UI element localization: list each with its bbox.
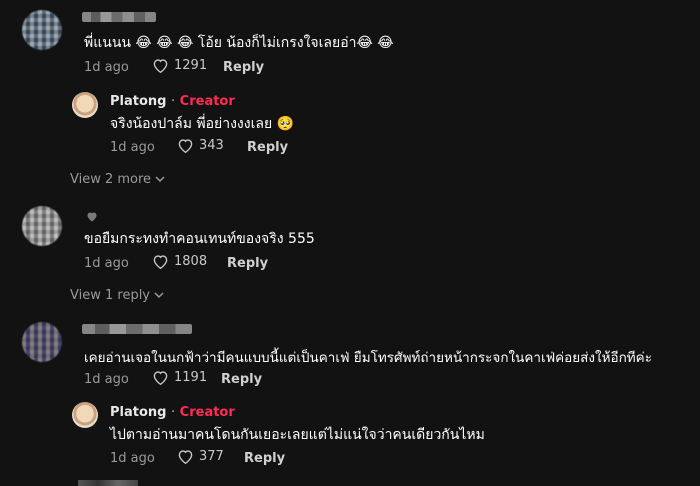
like-count: 1291 <box>174 58 208 73</box>
like-button[interactable]: 343 <box>177 138 224 153</box>
like-count: 377 <box>199 449 224 464</box>
reply-button[interactable]: Reply <box>227 256 268 271</box>
heart-outline-icon <box>177 449 194 464</box>
reply-author[interactable]: Platong · Creator <box>110 94 235 109</box>
reply-text: จริงน้องปาล์ม พี่อย่างงงเลย 🥺 <box>110 116 295 132</box>
comment-text: ขอยืมกระทงทำคอนเทนท์ของจริง 555 <box>84 231 315 247</box>
reply-button[interactable]: Reply <box>244 451 285 466</box>
next-comment-partial <box>78 480 138 486</box>
heart-outline-icon <box>152 254 169 269</box>
comment-item: พี่แนนน 😂 😂 😂 โอ้ย น้องก็ไม่เกรงใจเลยอ่า… <box>0 0 700 187</box>
like-count: 343 <box>199 138 224 153</box>
reply-author[interactable]: Platong · Creator <box>110 405 235 420</box>
like-button[interactable]: 1291 <box>152 58 207 73</box>
heart-outline-icon <box>152 370 169 385</box>
chevron-down-icon <box>154 292 164 299</box>
creator-liked-heart-icon <box>86 211 98 222</box>
creator-avatar[interactable] <box>72 92 98 118</box>
reply-text: ไปตามอ่านมาคนโดนกันเยอะเลยแต่ไม่แน่ใจว่า… <box>110 427 485 443</box>
comment-text: พี่แนนน 😂 😂 😂 โอ้ย น้องก็ไม่เกรงใจเลยอ่า… <box>84 35 394 51</box>
chevron-down-icon <box>155 176 165 183</box>
username-blurred[interactable] <box>82 12 156 22</box>
reply-time: 1d ago <box>110 140 155 155</box>
comment-time: 1d ago <box>84 256 129 271</box>
username-blurred[interactable] <box>82 324 192 334</box>
avatar[interactable] <box>22 322 62 362</box>
view-more-replies[interactable]: View 2 more <box>70 172 165 187</box>
comment-time: 1d ago <box>84 60 129 75</box>
comment-item: ขอยืมกระทงทำคอนเทนท์ของจริง 555 1d ago 1… <box>0 200 700 310</box>
reply-button[interactable]: Reply <box>223 60 264 75</box>
creator-badge: Creator <box>179 94 235 109</box>
comment-text: เคยอ่านเจอในนกฟ้าว่ามีคนแบบนี้แต่เป็นคาเ… <box>84 350 652 366</box>
view-more-replies[interactable]: View 1 reply <box>70 288 164 303</box>
like-button[interactable]: 377 <box>177 449 224 464</box>
heart-outline-icon <box>152 58 169 73</box>
comment-item: เคยอ่านเจอในนกฟ้าว่ามีคนแบบนี้แต่เป็นคาเ… <box>0 316 700 486</box>
reply-time: 1d ago <box>110 451 155 466</box>
reply-button[interactable]: Reply <box>247 140 288 155</box>
creator-badge: Creator <box>179 405 235 420</box>
like-button[interactable]: 1808 <box>152 254 207 269</box>
heart-outline-icon <box>177 138 194 153</box>
avatar[interactable] <box>22 206 62 246</box>
like-button[interactable]: 1191 <box>152 370 207 385</box>
creator-avatar[interactable] <box>72 402 98 428</box>
avatar[interactable] <box>22 10 62 50</box>
comment-time: 1d ago <box>84 372 129 387</box>
like-count: 1808 <box>174 254 208 269</box>
reply-button[interactable]: Reply <box>221 372 262 387</box>
like-count: 1191 <box>174 370 208 385</box>
